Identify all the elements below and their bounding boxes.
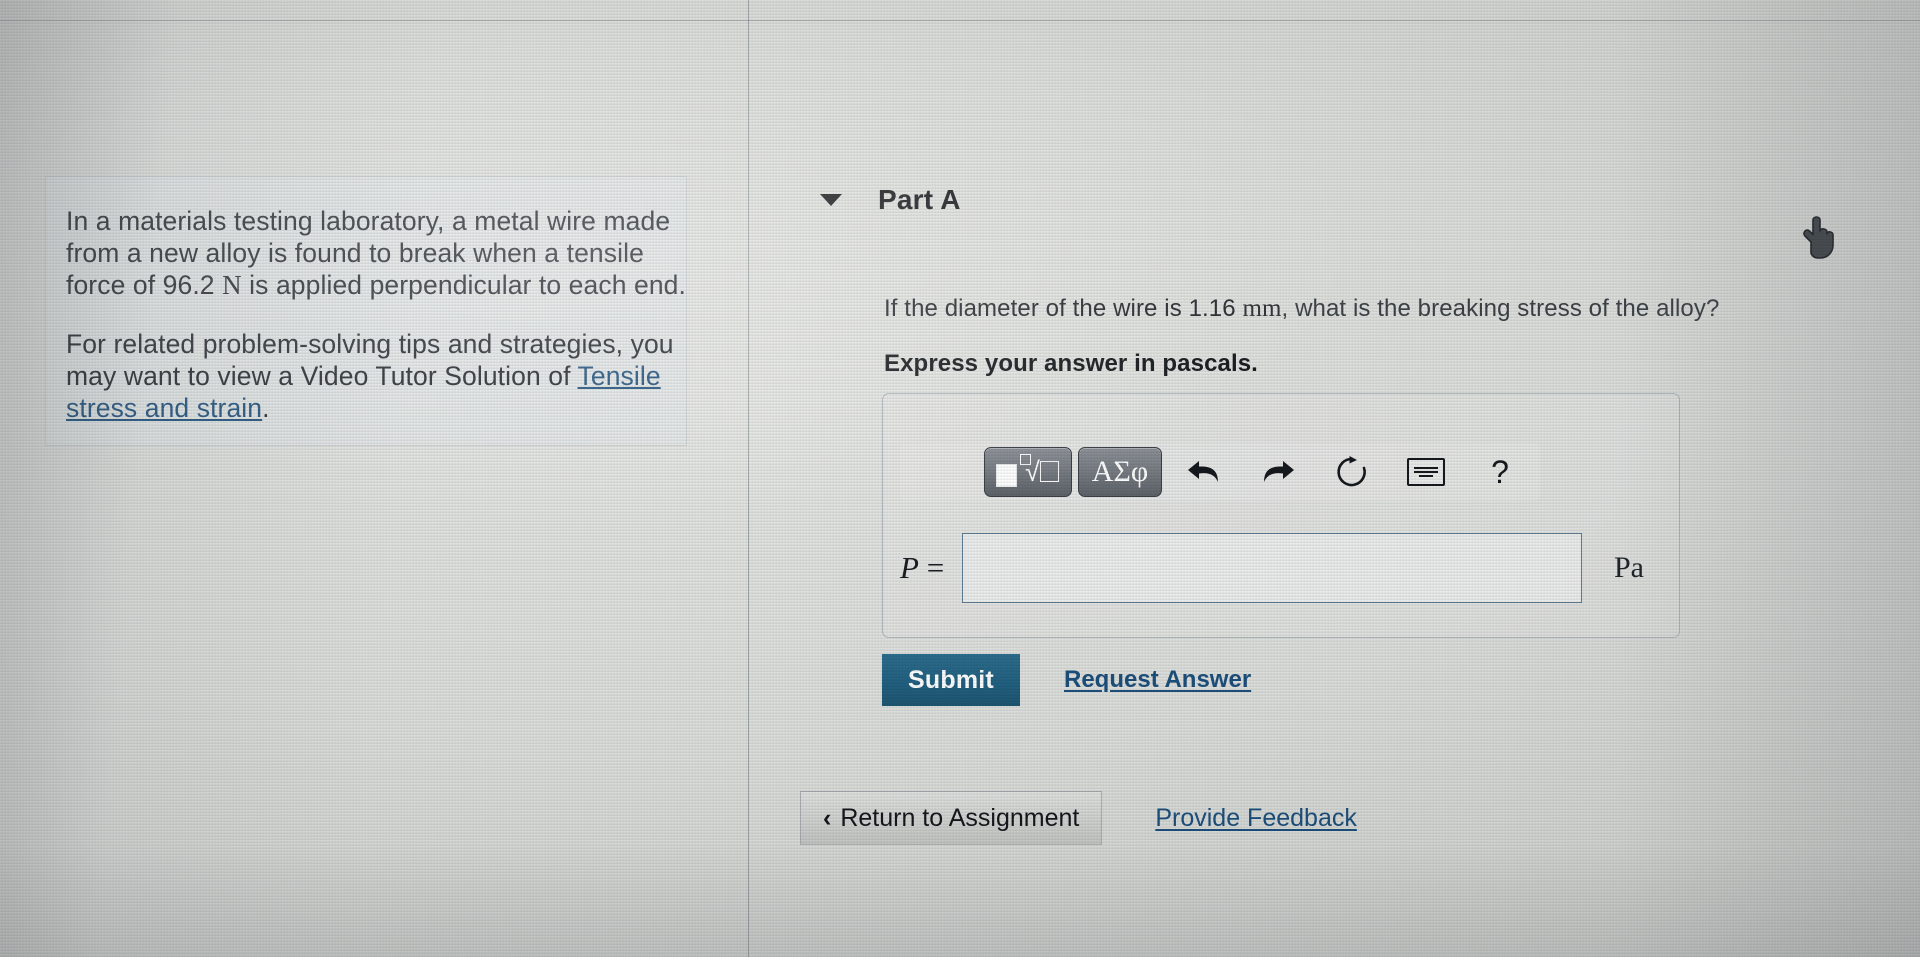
greek-symbols-button[interactable]: ΑΣφ: [1078, 447, 1162, 497]
equals-symbol: =: [918, 550, 945, 585]
chevron-left-icon: ‹: [823, 803, 832, 832]
question-prompt-pre: If the diameter of the wire is 1.16: [884, 295, 1243, 322]
math-template-glyph: √: [996, 454, 1060, 487]
problem-line-6: stress and strain.: [66, 392, 696, 424]
return-to-assignment-button[interactable]: ‹ Return to Assignment: [800, 791, 1103, 845]
keyboard-row-1: [1414, 467, 1438, 469]
video-tutor-link-part1[interactable]: Tensile: [578, 361, 661, 391]
problem-line-1: In a materials testing laboratory, a met…: [66, 206, 671, 236]
video-tutor-link-part2[interactable]: stress and strain: [66, 393, 262, 423]
question-prompt-post: , what is the breaking stress of the all…: [1281, 295, 1720, 322]
redo-arrow-svg: [1264, 461, 1294, 482]
part-header: Part A: [820, 184, 961, 216]
nth-root-shape: √: [1020, 454, 1060, 487]
force-unit: N: [222, 270, 242, 300]
help-icon[interactable]: ?: [1468, 448, 1532, 496]
answer-unit-label: Pa: [1614, 551, 1644, 584]
undo-icon[interactable]: [1172, 448, 1236, 496]
keyboard-spacebar: [1419, 475, 1433, 477]
problem-line-3-post: is applied perpendicular to each end.: [241, 270, 686, 300]
pointing-hand-cursor: [1803, 216, 1834, 259]
keyboard-glyph: [1407, 458, 1445, 486]
submit-button[interactable]: Submit: [882, 654, 1020, 706]
diameter-unit: mm: [1242, 295, 1282, 322]
provide-feedback-link[interactable]: Provide Feedback: [1155, 804, 1357, 833]
question-prompt: If the diameter of the wire is 1.16 mm, …: [884, 295, 1844, 323]
template-box-shape: [996, 464, 1017, 487]
problem-line-4: For related problem-solving tips and str…: [66, 329, 674, 359]
keyboard-icon[interactable]: [1394, 448, 1458, 496]
problem-line-3: force of 96.2 N is applied perpendicular…: [66, 269, 696, 301]
column-divider: [748, 0, 749, 957]
answer-variable-label: P =: [900, 550, 962, 586]
request-answer-link[interactable]: Request Answer: [1064, 666, 1251, 694]
monitor-screen: In a materials testing laboratory, a met…: [0, 0, 1920, 957]
reset-circular-arrow-svg: [1337, 456, 1366, 487]
radical-glyph: √: [1025, 457, 1040, 487]
problem-line-2: from a new alloy is found to break when …: [66, 238, 644, 268]
page-content: In a materials testing laboratory, a met…: [0, 0, 1920, 957]
submit-row: Submit Request Answer: [882, 654, 1251, 706]
express-answer-note: Express your answer in pascals.: [884, 350, 1258, 377]
problem-line-6-post: .: [262, 393, 270, 423]
answer-input[interactable]: [962, 533, 1582, 603]
redo-icon[interactable]: [1246, 448, 1310, 496]
problem-line-3-pre: force of 96.2: [66, 270, 223, 300]
problem-statement-text: In a materials testing laboratory, a met…: [66, 205, 696, 424]
answer-toolbar: √ ΑΣφ ?: [900, 443, 1540, 501]
top-edge-line: [0, 20, 1920, 21]
variable-symbol: P: [900, 550, 919, 585]
undo-arrow-svg: [1188, 461, 1218, 482]
math-template-icon[interactable]: √: [984, 447, 1072, 497]
problem-line-5-pre: may want to view a Video Tutor Solution …: [66, 361, 578, 391]
triangle-down-icon[interactable]: [820, 194, 842, 206]
radicand-box: [1040, 461, 1059, 482]
part-title: Part A: [878, 184, 961, 215]
reset-icon[interactable]: [1320, 448, 1384, 496]
answer-input-row: P = Pa: [900, 528, 1660, 608]
bottom-row: ‹ Return to Assignment Provide Feedback: [800, 791, 1357, 845]
problem-line-5: may want to view a Video Tutor Solution …: [66, 360, 696, 392]
keyboard-row-2: [1414, 471, 1438, 473]
return-to-assignment-label: Return to Assignment: [840, 803, 1080, 832]
